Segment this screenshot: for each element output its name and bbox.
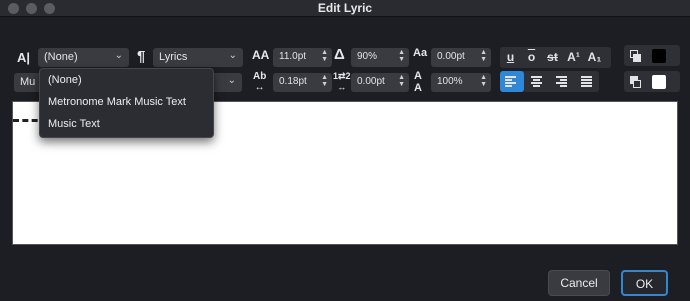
text-style-icon: A| xyxy=(17,50,31,65)
paragraph-style-select[interactable]: Lyrics ⌄ xyxy=(153,48,243,67)
background-color-swatch[interactable] xyxy=(645,71,666,92)
overline-button[interactable]: o xyxy=(521,47,542,68)
stepper-icon[interactable]: ▲ ▼ xyxy=(321,49,328,63)
white-swatch-icon xyxy=(652,75,666,89)
chevron-down-icon: ⌄ xyxy=(227,75,236,86)
vertical-scale-field[interactable]: 100% ▲ ▼ xyxy=(431,73,491,92)
horizontal-scale-field[interactable]: 90% ▲ ▼ xyxy=(351,48,409,67)
chevron-down-icon: ⌄ xyxy=(114,50,123,61)
stepper-icon[interactable]: ▲ ▼ xyxy=(480,74,487,88)
chevron-down-icon: ⌄ xyxy=(228,50,237,61)
dropdown-item[interactable]: Music Text xyxy=(40,113,213,135)
text-style-dropdown-menu: (None) Metronome Mark Music Text Music T… xyxy=(39,68,214,138)
stepper-icon[interactable]: ▲ ▼ xyxy=(321,74,328,88)
cancel-button[interactable]: Cancel xyxy=(548,270,610,296)
align-center-button[interactable] xyxy=(524,71,549,92)
alignment-button-group xyxy=(500,71,599,92)
line-spacing-icon: 1⇄2 ↔ xyxy=(333,71,351,92)
layers-icon-front xyxy=(633,54,641,62)
ok-button[interactable]: OK xyxy=(621,270,668,296)
underline-button[interactable]: u xyxy=(500,47,521,68)
align-right-icon xyxy=(556,76,567,88)
dropdown-item[interactable]: (None) xyxy=(40,69,213,91)
text-color-button[interactable] xyxy=(624,45,645,66)
horizontal-scale-icon: Δ xyxy=(334,46,345,63)
highlight-button-group xyxy=(624,71,680,92)
align-left-button[interactable] xyxy=(500,71,524,92)
line-spacing-field[interactable]: 0.00pt ▲ ▼ xyxy=(351,73,409,92)
baseline-shift-field[interactable]: 0.00pt ▲ ▼ xyxy=(431,48,491,67)
text-style-select[interactable]: (None) ⌄ xyxy=(38,48,129,67)
vertical-scale-icon: AA xyxy=(414,70,422,94)
letter-spacing-field[interactable]: 0.18pt ▲ ▼ xyxy=(273,73,332,92)
align-center-icon xyxy=(531,76,542,88)
font-size-field[interactable]: 11.0pt ▲ ▼ xyxy=(273,48,332,67)
align-left-icon xyxy=(505,76,516,88)
stepper-icon[interactable]: ▲ ▼ xyxy=(398,74,405,88)
superscript-button[interactable]: A¹ xyxy=(563,47,584,68)
stepper-icon[interactable]: ▲ ▼ xyxy=(398,49,405,63)
window-title: Edit Lyric xyxy=(317,1,373,15)
subscript-button[interactable]: A₁ xyxy=(584,47,605,68)
dropdown-item[interactable]: Metronome Mark Music Text xyxy=(40,91,213,113)
black-swatch-icon xyxy=(652,49,666,63)
paragraph-style-icon: ¶ xyxy=(137,48,146,65)
justify-button[interactable] xyxy=(574,71,599,92)
align-right-button[interactable] xyxy=(549,71,574,92)
strikethrough-button[interactable]: st xyxy=(542,47,563,68)
format-button-group: u o st A¹ A₁ xyxy=(500,47,611,68)
baseline-shift-icon: Aa xyxy=(413,47,428,59)
justify-icon xyxy=(581,76,592,88)
letter-spacing-icon: Ab ↔ xyxy=(253,71,267,93)
layers-icon xyxy=(633,80,641,88)
background-color-button[interactable] xyxy=(624,71,645,92)
font-size-icon: AA xyxy=(252,48,270,62)
stepper-icon[interactable]: ▲ ▼ xyxy=(480,49,487,63)
color-button-group xyxy=(624,45,680,66)
text-color-swatch[interactable] xyxy=(645,45,666,66)
title-bar: Edit Lyric xyxy=(0,0,690,17)
